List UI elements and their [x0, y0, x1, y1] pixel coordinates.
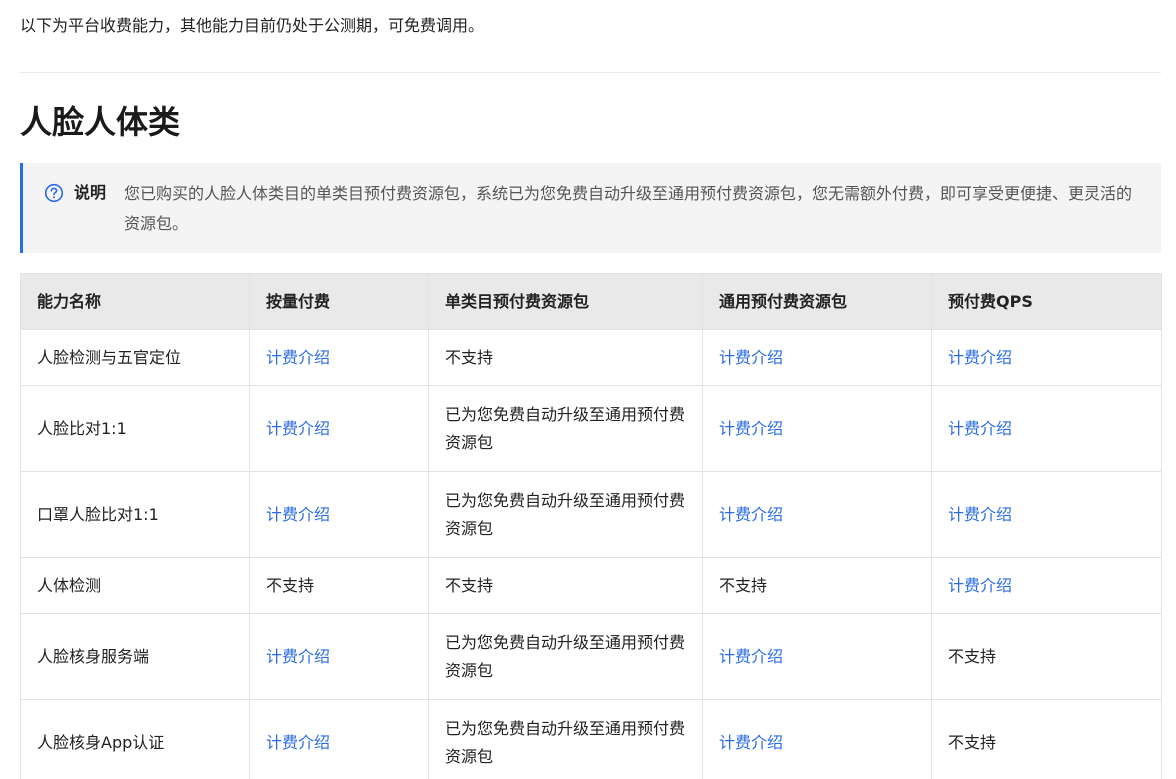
- capability-name: 人脸核身服务端: [20, 613, 250, 700]
- table-row: 人脸检测与五官定位 计费介绍 不支持 计费介绍 计费介绍: [20, 329, 1162, 386]
- pricing-link[interactable]: 计费介绍: [266, 647, 330, 666]
- pricing-table: 能力名称 按量付费 单类目预付费资源包 通用预付费资源包 预付费QPS 人脸检测…: [20, 273, 1162, 779]
- pricing-link[interactable]: 计费介绍: [719, 348, 783, 367]
- pricing-link[interactable]: 计费介绍: [719, 647, 783, 666]
- header-capability-name: 能力名称: [20, 273, 250, 330]
- pricing-link[interactable]: 计费介绍: [719, 733, 783, 752]
- divider: [20, 72, 1161, 73]
- header-pay-as-you-go: 按量付费: [249, 273, 429, 330]
- capability-name: 人脸检测与五官定位: [20, 329, 250, 386]
- question-circle-icon: [44, 183, 64, 203]
- table-row: 人体检测 不支持 不支持 不支持 计费介绍: [20, 557, 1162, 614]
- pricing-link[interactable]: 计费介绍: [948, 419, 1012, 438]
- not-supported: 不支持: [702, 557, 932, 614]
- upgrade-notice: 已为您免费自动升级至通用预付费资源包: [428, 699, 703, 779]
- not-supported: 不支持: [428, 557, 703, 614]
- upgrade-notice: 已为您免费自动升级至通用预付费资源包: [428, 613, 703, 700]
- capability-name: 人脸比对1:1: [20, 385, 250, 472]
- upgrade-notice: 已为您免费自动升级至通用预付费资源包: [428, 385, 703, 472]
- not-supported: 不支持: [249, 557, 429, 614]
- pricing-link[interactable]: 计费介绍: [719, 419, 783, 438]
- header-prepaid-qps: 预付费QPS: [931, 273, 1162, 330]
- table-row: 人脸核身服务端 计费介绍 已为您免费自动升级至通用预付费资源包 计费介绍 不支持: [20, 613, 1162, 700]
- header-single-category-prepaid: 单类目预付费资源包: [428, 273, 703, 330]
- not-supported: 不支持: [931, 613, 1162, 700]
- pricing-link[interactable]: 计费介绍: [266, 419, 330, 438]
- note-callout: 说明 您已购买的人脸人体类目的单类目预付费资源包，系统已为您免费自动升级至通用预…: [20, 163, 1161, 253]
- not-supported: 不支持: [428, 329, 703, 386]
- intro-text: 以下为平台收费能力，其他能力目前仍处于公测期，可免费调用。: [20, 16, 485, 35]
- pricing-link[interactable]: 计费介绍: [948, 505, 1012, 524]
- table-row: 人脸比对1:1 计费介绍 已为您免费自动升级至通用预付费资源包 计费介绍 计费介…: [20, 385, 1162, 472]
- table-row: 口罩人脸比对1:1 计费介绍 已为您免费自动升级至通用预付费资源包 计费介绍 计…: [20, 471, 1162, 558]
- pricing-link[interactable]: 计费介绍: [266, 505, 330, 524]
- capability-name: 人体检测: [20, 557, 250, 614]
- table-row: 人脸核身App认证 计费介绍 已为您免费自动升级至通用预付费资源包 计费介绍 不…: [20, 699, 1162, 779]
- pricing-link[interactable]: 计费介绍: [948, 576, 1012, 595]
- note-label: 说明: [74, 183, 107, 202]
- pricing-link[interactable]: 计费介绍: [266, 733, 330, 752]
- pricing-link[interactable]: 计费介绍: [948, 348, 1012, 367]
- note-text: 您已购买的人脸人体类目的单类目预付费资源包，系统已为您免费自动升级至通用预付费资…: [124, 184, 1133, 233]
- section-title: 人脸人体类: [20, 103, 181, 141]
- pricing-link[interactable]: 计费介绍: [719, 505, 783, 524]
- capability-name: 人脸核身App认证: [20, 699, 250, 779]
- upgrade-notice: 已为您免费自动升级至通用预付费资源包: [428, 471, 703, 558]
- table-header-row: 能力名称 按量付费 单类目预付费资源包 通用预付费资源包 预付费QPS: [20, 273, 1162, 330]
- header-general-prepaid: 通用预付费资源包: [702, 273, 932, 330]
- not-supported: 不支持: [931, 699, 1162, 779]
- capability-name: 口罩人脸比对1:1: [20, 471, 250, 558]
- pricing-link[interactable]: 计费介绍: [266, 348, 330, 367]
